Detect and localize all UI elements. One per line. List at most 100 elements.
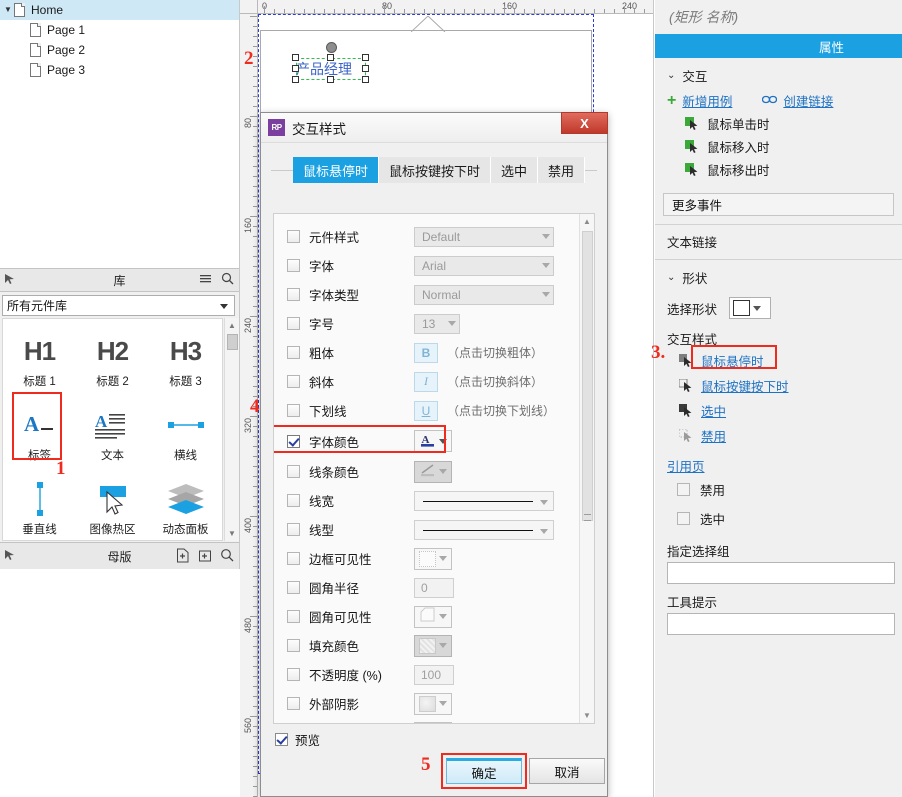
outer-shadow-picker[interactable] — [414, 692, 452, 715]
widget-text-item[interactable]: A 文本 — [76, 397, 149, 471]
options-scrollbar[interactable]: ▲ ▼ — [579, 214, 594, 723]
style-link-mousedown-row[interactable]: 鼠标按键按下时 — [655, 373, 902, 398]
library-scrollbar[interactable]: ▲ ▼ — [224, 318, 239, 541]
option-checkbox[interactable] — [287, 230, 300, 243]
tree-item-page-2[interactable]: Page 2 — [0, 40, 239, 60]
tree-item-page-1[interactable]: Page 1 — [0, 20, 239, 40]
event-mouse-enter[interactable]: 鼠标移入时 — [655, 135, 902, 158]
option-checkbox[interactable] — [287, 317, 300, 330]
shape-picker[interactable] — [729, 297, 772, 319]
bold-toggle-icon[interactable]: B — [414, 342, 438, 363]
option-checkbox[interactable] — [287, 610, 300, 623]
resize-handle-sw[interactable] — [292, 76, 299, 83]
option-checkbox[interactable] — [287, 697, 300, 710]
widget-hotspot-item[interactable]: 图像热区 — [76, 471, 149, 540]
selected-label-widget[interactable]: 产品经理 — [292, 54, 369, 83]
option-row-line-width[interactable]: 线宽 — [274, 486, 594, 515]
search-icon[interactable] — [221, 272, 235, 287]
resize-handle-w[interactable] — [292, 65, 299, 72]
corner-visibility-picker[interactable] — [414, 605, 452, 628]
line-width-picker[interactable] — [414, 490, 554, 511]
event-mouse-leave[interactable]: 鼠标移出时 — [655, 158, 902, 181]
style-link-mouseover-row[interactable]: 鼠标悬停时 3. — [651, 342, 902, 373]
resize-handle-n[interactable] — [327, 54, 334, 61]
create-link-link[interactable]: 创建链接 — [783, 91, 833, 110]
add-case-link[interactable]: 新增用例 — [682, 91, 732, 110]
option-checkbox[interactable] — [287, 552, 300, 565]
scroll-up-icon[interactable]: ▲ — [580, 214, 594, 229]
border-visibility-picker[interactable] — [414, 547, 452, 570]
scrollbar-thumb[interactable] — [582, 231, 593, 521]
scroll-down-icon[interactable]: ▼ — [225, 526, 239, 541]
widget-hline-item[interactable]: 横线 — [149, 397, 222, 471]
style-link-selected[interactable]: 选中 — [701, 401, 726, 420]
resize-handle-s[interactable] — [327, 76, 334, 83]
option-checkbox[interactable] — [287, 581, 300, 594]
option-checkbox[interactable] — [287, 668, 300, 681]
collapse-twisty-icon[interactable]: ▼ — [2, 0, 14, 20]
resize-handle-nw[interactable] — [292, 54, 299, 61]
scrollbar-thumb[interactable] — [227, 334, 238, 350]
more-events-button[interactable]: 更多事件 — [663, 193, 894, 216]
fill-color-picker[interactable] — [414, 634, 452, 657]
search-icon[interactable] — [220, 548, 234, 563]
disabled-checkbox[interactable] — [677, 483, 690, 496]
option-row-line-style[interactable]: 线型 — [274, 515, 594, 544]
option-checkbox[interactable] — [287, 259, 300, 272]
option-row-border-visibility[interactable]: 边框可见性 — [274, 544, 594, 573]
option-row-bold[interactable]: 粗体 B （点击切换粗体） — [274, 338, 594, 367]
resize-handle-ne[interactable] — [362, 54, 369, 61]
italic-toggle-icon[interactable]: I — [414, 371, 438, 392]
preview-checkbox[interactable] — [275, 733, 288, 746]
line-style-picker[interactable] — [414, 519, 554, 540]
tree-item-page-3[interactable]: Page 3 — [0, 60, 239, 80]
tab-disabled[interactable]: 禁用 — [538, 157, 586, 183]
option-row-line-color[interactable]: 线条颜色 — [274, 457, 594, 486]
ok-button[interactable]: 确定 — [446, 758, 522, 784]
option-checkbox[interactable] — [287, 434, 300, 448]
option-row-font-size[interactable]: 字号 13 — [274, 309, 594, 338]
resize-handle-se[interactable] — [362, 76, 369, 83]
opacity-input[interactable]: 100 — [414, 664, 454, 685]
scroll-up-icon[interactable]: ▲ — [225, 318, 239, 333]
option-checkbox[interactable] — [287, 404, 300, 417]
option-checkbox[interactable] — [287, 639, 300, 652]
style-link-mouseover[interactable]: 鼠标悬停时 — [701, 351, 764, 370]
tooltip-input[interactable] — [667, 613, 895, 635]
option-row-font-type[interactable]: 字体类型 Normal — [274, 280, 594, 309]
option-row-italic[interactable]: 斜体 I （点击切换斜体） — [274, 367, 594, 396]
widget-heading-1[interactable]: H1 标题 1 — [3, 323, 76, 397]
library-selector[interactable]: 所有元件库 — [2, 295, 235, 316]
tab-mouseover[interactable]: 鼠标悬停时 — [293, 157, 380, 183]
tab-mousedown[interactable]: 鼠标按键按下时 — [379, 157, 492, 183]
option-row-fill-color[interactable]: 填充颜色 — [274, 631, 594, 660]
add-folder-icon[interactable] — [198, 548, 212, 563]
reference-page-row[interactable]: 引用页 — [655, 448, 902, 475]
scroll-down-icon[interactable]: ▼ — [580, 708, 594, 723]
option-checkbox[interactable] — [287, 346, 300, 359]
font-color-picker[interactable]: A — [414, 430, 452, 452]
resize-handle-e[interactable] — [362, 65, 369, 72]
option-checkbox[interactable] — [287, 494, 300, 507]
option-row-font[interactable]: 字体 Arial — [274, 251, 594, 280]
line-color-picker[interactable] — [414, 460, 452, 483]
style-link-selected-row[interactable]: 选中 — [655, 398, 902, 423]
dialog-titlebar[interactable]: RP 交互样式 X — [261, 112, 608, 143]
option-checkbox[interactable] — [287, 465, 300, 478]
option-row-widget-style[interactable]: 元件样式 Default — [274, 222, 594, 251]
option-row-outer-shadow[interactable]: 外部阴影 — [274, 689, 594, 718]
widget-dynamic-panel-item[interactable]: 动态面板 — [149, 471, 222, 540]
section-interaction[interactable]: ⌄ 交互 — [655, 58, 902, 89]
widget-vline-item[interactable]: 垂直线 — [3, 471, 76, 540]
cancel-button[interactable]: 取消 — [529, 758, 605, 784]
event-mouse-click[interactable]: 鼠标单击时 — [655, 112, 902, 135]
option-checkbox[interactable] — [287, 288, 300, 301]
style-link-disabled-row[interactable]: 禁用 — [655, 423, 902, 448]
reference-page-link[interactable]: 引用页 — [667, 460, 705, 474]
checkbox-row-selected[interactable]: 选中 — [655, 504, 902, 533]
option-row-corner-radius[interactable]: 圆角半径 0 — [274, 573, 594, 602]
font-combo[interactable]: Arial — [414, 255, 554, 276]
tree-item-home[interactable]: ▼ Home — [0, 0, 239, 20]
corner-radius-input[interactable]: 0 — [414, 577, 454, 598]
preview-checkbox-row[interactable]: 预览 — [275, 730, 320, 749]
